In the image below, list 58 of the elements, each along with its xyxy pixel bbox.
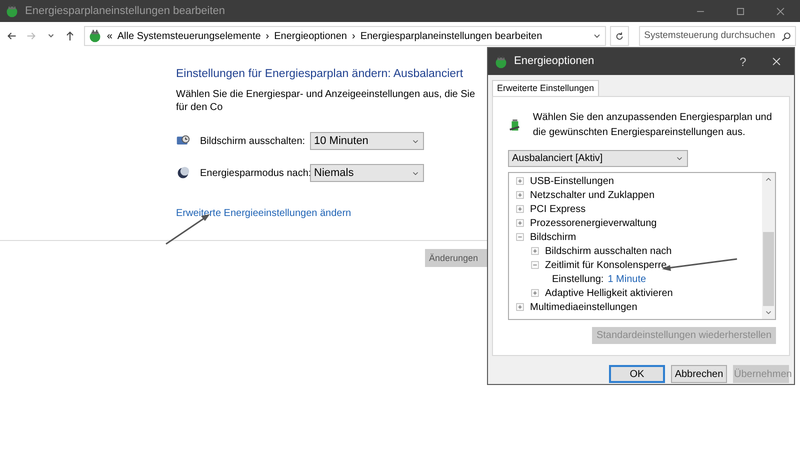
dropdown[interactable]: Niemals: [310, 164, 424, 182]
refresh-button[interactable]: [610, 26, 630, 46]
control-panel-icon: [88, 29, 102, 43]
maximize-icon: [734, 6, 746, 16]
plan-dropdown[interactable]: Ausbalanciert [Aktiv]: [508, 150, 688, 167]
expand-icon[interactable]: [515, 176, 525, 186]
window-title: Energiesparplaneinstellungen bearbeiten: [25, 4, 225, 19]
scrollbar-thumb[interactable]: [763, 232, 774, 306]
expand-icon[interactable]: [515, 190, 525, 200]
tree-item[interactable]: Multimediaeinstellungen: [530, 300, 638, 314]
expand-icon[interactable]: [515, 204, 525, 214]
tree-item[interactable]: USB-Einstellungen: [530, 174, 614, 188]
breadcrumb-item[interactable]: Energieoptionen: [274, 28, 347, 44]
tree-item[interactable]: Netzschalter und Zuklappen: [530, 188, 655, 202]
setting-label: Energiesparmodus nach:: [200, 166, 310, 181]
setting-label: Bildschirm ausschalten:: [200, 134, 306, 149]
search-field[interactable]: Systemsteuerung durchsuchen: [639, 26, 796, 46]
expand-icon[interactable]: [515, 218, 525, 228]
address-bar[interactable]: « Alle Systemsteuerungselemente › Energieoptionen › Energiesparplaneinstellungen bearbeiten: [84, 26, 606, 46]
close-icon: [770, 56, 782, 67]
setting-value-link[interactable]: 1 Minute: [608, 272, 646, 286]
page-description: Wählen Sie die Energiespar- und Anzeigeeinstellungen aus, die Sie für den Co: [176, 88, 476, 114]
scrollbar[interactable]: [762, 173, 775, 319]
dialog-title: Energieoptionen: [514, 54, 596, 70]
tree-item[interactable]: Prozessorenergieverwaltung: [530, 216, 657, 230]
setting-label: Einstellung:: [552, 272, 604, 286]
tree-item[interactable]: Bildschirm: [530, 230, 576, 244]
breadcrumb-separator: ›: [352, 30, 356, 44]
settings-tab[interactable]: Erweiterte Einstellungen: [492, 80, 600, 96]
tree-item[interactable]: PCI Express: [530, 202, 586, 216]
back-arrow-icon: [6, 30, 18, 42]
dialog-button[interactable]: Abbrechen: [671, 365, 727, 383]
help-button[interactable]: ?: [728, 52, 758, 70]
tree-item[interactable]: Zeitlimit für Konsolensperre: [545, 258, 667, 272]
search-icon: [780, 30, 792, 42]
expand-icon[interactable]: [515, 302, 525, 312]
collapse-icon[interactable]: [530, 260, 540, 270]
app-icon: [494, 54, 508, 68]
save-changes-button[interactable]: Änderungen: [425, 249, 487, 268]
tree-item[interactable]: Bildschirm ausschalten nach: [545, 244, 672, 258]
breadcrumb-item[interactable]: Alle Systemsteuerungselemente: [117, 28, 261, 44]
close-icon: [774, 6, 786, 16]
forward-arrow-icon: [25, 30, 38, 42]
expand-icon[interactable]: [530, 246, 540, 256]
breadcrumb-separator: ›: [266, 30, 270, 44]
dialog-instructions: Wählen Sie den anzupassenden Energiesparplan und die gewünschten Energiespareinstellungen aus.: [532, 111, 773, 140]
expand-icon[interactable]: [530, 288, 540, 298]
breadcrumb-item[interactable]: Energiesparplaneinstellungen bearbeiten: [360, 28, 542, 44]
advanced-settings-link[interactable]: Erweiterte Energieeinstellungen ändern: [176, 206, 352, 222]
breadcrumb-prefix: «: [106, 30, 112, 44]
app-icon: [5, 4, 19, 18]
collapse-icon[interactable]: [515, 232, 525, 242]
dropdown[interactable]: 10 Minuten: [310, 132, 424, 150]
refresh-icon: [614, 30, 625, 42]
moon-icon: [176, 166, 190, 180]
page-heading: Einstellungen für Energiesparplan ändern: Ausbalanciert: [176, 67, 464, 82]
tree-item[interactable]: Adaptive Helligkeit aktivieren: [545, 286, 673, 300]
dialog-button[interactable]: OK: [609, 365, 665, 383]
